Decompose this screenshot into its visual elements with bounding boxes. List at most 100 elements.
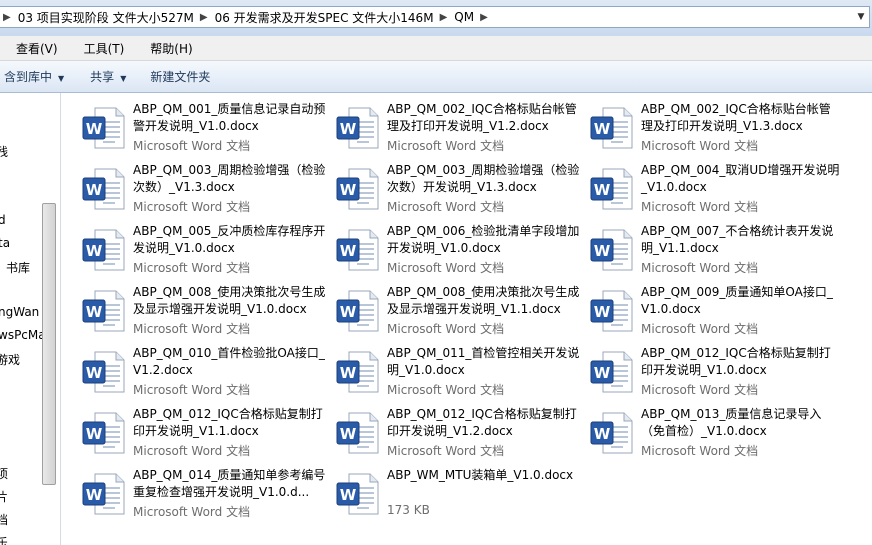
file-item[interactable]: W ABP_QM_011_首检管控相关开发说明_V1.0.docx Microso…: [335, 345, 585, 403]
file-item[interactable]: W ABP_QM_003_周期检验增强（检验次数）_V1.3.docx Micro…: [81, 162, 331, 220]
svg-text:W: W: [340, 486, 357, 504]
nav-item[interactable]: d: [0, 213, 6, 227]
file-name: ABP_QM_003_周期检验增强（检验次数）_V1.3.docx: [133, 163, 326, 194]
address-bar[interactable]: ▶ 03 项目实现阶段 文件大小527M ▶ 06 开发需求及开发SPEC 文件…: [0, 6, 870, 28]
file-type: Microsoft Word 文档: [641, 383, 759, 397]
file-item[interactable]: W ABP_QM_013_质量信息记录导入（免首检）_V1.0.docx Micr…: [589, 406, 839, 464]
file-item[interactable]: W ABP_QM_008_使用决策批次号生成及显示增强开发说明_V1.1.doc…: [335, 284, 585, 342]
chevron-down-icon: ▼: [58, 74, 65, 83]
word-document-icon: W: [81, 227, 127, 273]
menu-help[interactable]: 帮助(H): [134, 40, 202, 57]
chevron-down-icon: ▼: [120, 74, 127, 83]
svg-text:W: W: [594, 303, 611, 321]
new-folder-button[interactable]: 新建文件夹: [138, 68, 222, 85]
svg-text:W: W: [594, 425, 611, 443]
word-document-icon: W: [81, 105, 127, 151]
file-type: 173 KB: [387, 503, 430, 517]
file-item[interactable]: W ABP_QM_012_IQC合格标贴复制打印开发说明_V1.1.docx Mi…: [81, 406, 331, 464]
chevron-right-icon[interactable]: ▶: [0, 12, 14, 23]
file-name: ABP_QM_008_使用决策批次号生成及显示增强开发说明_V1.0.docx: [133, 285, 326, 316]
file-item[interactable]: W ABP_QM_006_检验批清单字段增加开发说明_V1.0.docx Micr…: [335, 223, 585, 281]
nav-item[interactable]: wsPcMa: [0, 328, 46, 342]
file-type: Microsoft Word 文档: [387, 322, 505, 336]
nav-item[interactable]: 项: [0, 465, 8, 482]
word-document-icon: W: [81, 349, 127, 395]
svg-text:W: W: [86, 486, 103, 504]
file-name: ABP_QM_012_IQC合格标贴复制打印开发说明_V1.0.docx: [641, 346, 831, 377]
file-item[interactable]: W ABP_QM_001_质量信息记录自动预警开发说明_V1.0.docx Mic…: [81, 101, 331, 159]
chevron-right-icon[interactable]: ▶: [197, 12, 211, 23]
svg-text:W: W: [594, 120, 611, 138]
share-label: 共享: [90, 70, 115, 84]
menu-tools[interactable]: 工具(T): [68, 40, 135, 57]
file-name: ABP_QM_012_IQC合格标贴复制打印开发说明_V1.1.docx: [133, 407, 323, 438]
nav-scrollbar-thumb[interactable]: [42, 203, 56, 485]
file-name: ABP_QM_010_首件检验批OA接口_V1.2.docx: [133, 346, 325, 377]
menu-view[interactable]: 查看(V): [0, 40, 68, 57]
breadcrumb-item[interactable]: 06 开发需求及开发SPEC 文件大小146M: [211, 9, 437, 26]
file-type: Microsoft Word 文档: [133, 444, 251, 458]
file-item[interactable]: W ABP_QM_012_IQC合格标贴复制打印开发说明_V1.2.docx Mi…: [335, 406, 585, 464]
svg-text:W: W: [340, 425, 357, 443]
svg-text:W: W: [86, 425, 103, 443]
nav-item[interactable]: ta: [0, 236, 10, 250]
share-button[interactable]: 共享 ▼: [78, 68, 138, 85]
nav-item[interactable]: 残: [0, 143, 8, 160]
breadcrumb-item[interactable]: 03 项目实现阶段 文件大小527M: [14, 9, 197, 26]
file-item[interactable]: W ABP_QM_004_取消UD增强开发说明_V1.0.docx Microso…: [589, 162, 839, 220]
breadcrumb-item[interactable]: QM: [450, 10, 477, 24]
word-document-icon: W: [335, 227, 381, 273]
address-history-dropdown-icon[interactable]: ▼: [853, 7, 869, 27]
file-item[interactable]: W ABP_QM_002_IQC合格标贴台帐管理及打印开发说明_V1.2.doc…: [335, 101, 585, 159]
file-type: Microsoft Word 文档: [387, 139, 505, 153]
file-item[interactable]: W ABP_WM_MTU装箱单_V1.0.docx 173 KB: [335, 467, 585, 525]
file-item[interactable]: W ABP_QM_005_反冲质检库存程序开发说明_V1.0.docx Micro…: [81, 223, 331, 281]
svg-text:W: W: [340, 303, 357, 321]
nav-item[interactable]: 档: [0, 511, 8, 528]
word-document-icon: W: [589, 349, 635, 395]
file-item[interactable]: W ABP_QM_008_使用决策批次号生成及显示增强开发说明_V1.0.doc…: [81, 284, 331, 342]
file-type: Microsoft Word 文档: [387, 444, 505, 458]
nav-item[interactable]: ngWan: [0, 305, 39, 319]
word-document-icon: W: [335, 410, 381, 456]
nav-item[interactable]: 片: [0, 488, 8, 505]
chevron-right-icon[interactable]: ▶: [437, 12, 451, 23]
word-document-icon: W: [589, 166, 635, 212]
file-type: Microsoft Word 文档: [133, 322, 251, 336]
file-item[interactable]: W ABP_QM_012_IQC合格标贴复制打印开发说明_V1.0.docx Mi…: [589, 345, 839, 403]
svg-text:W: W: [594, 364, 611, 382]
word-document-icon: W: [81, 166, 127, 212]
word-document-icon: W: [335, 105, 381, 151]
word-document-icon: W: [335, 166, 381, 212]
file-list: W ABP_QM_001_质量信息记录自动预警开发说明_V1.0.docx Mic…: [61, 93, 872, 545]
file-type: Microsoft Word 文档: [641, 139, 759, 153]
file-item[interactable]: W ABP_QM_014_质量通知单参考编号重复检查增强开发说明_V1.0.d.…: [81, 467, 331, 525]
file-item[interactable]: W ABP_QM_002_IQC合格标贴台帐管理及打印开发说明_V1.3.doc…: [589, 101, 839, 159]
file-type: Microsoft Word 文档: [387, 200, 505, 214]
svg-text:W: W: [86, 303, 103, 321]
nav-item[interactable]: 书库: [6, 259, 30, 276]
word-document-icon: W: [589, 288, 635, 334]
nav-item[interactable]: 乐: [0, 534, 8, 545]
include-in-library-button[interactable]: 含到库中 ▼: [0, 68, 78, 85]
word-document-icon: W: [81, 410, 127, 456]
file-item[interactable]: W ABP_QM_003_周期检验增强（检验次数）开发说明_V1.3.docx M…: [335, 162, 585, 220]
file-item[interactable]: W ABP_QM_007_不合格统计表开发说明_V1.1.docx Microso…: [589, 223, 839, 281]
file-name: ABP_QM_009_质量通知单OA接口_V1.0.docx: [641, 285, 833, 316]
file-type: Microsoft Word 文档: [641, 200, 759, 214]
nav-item[interactable]: 游戏: [0, 351, 20, 368]
svg-text:W: W: [86, 181, 103, 199]
file-name: ABP_QM_013_质量信息记录导入（免首检）_V1.0.docx: [641, 407, 822, 438]
chevron-right-icon[interactable]: ▶: [477, 12, 491, 23]
file-name: ABP_QM_005_反冲质检库存程序开发说明_V1.0.docx: [133, 224, 326, 255]
file-item[interactable]: W ABP_QM_010_首件检验批OA接口_V1.2.docx Microsof…: [81, 345, 331, 403]
file-item[interactable]: W ABP_QM_009_质量通知单OA接口_V1.0.docx Microsof…: [589, 284, 839, 342]
file-type: Microsoft Word 文档: [133, 383, 251, 397]
file-type: Microsoft Word 文档: [641, 444, 759, 458]
word-document-icon: W: [335, 349, 381, 395]
word-document-icon: W: [589, 410, 635, 456]
word-document-icon: W: [335, 288, 381, 334]
svg-text:W: W: [86, 120, 103, 138]
file-type: Microsoft Word 文档: [133, 261, 251, 275]
command-bar: 含到库中 ▼ 共享 ▼ 新建文件夹: [0, 61, 872, 93]
